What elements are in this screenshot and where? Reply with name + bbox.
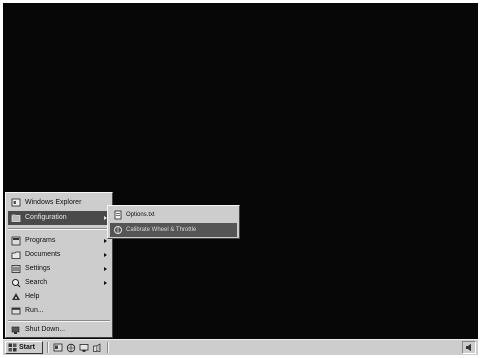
submenu-arrow-icon [104, 267, 107, 271]
volume-icon[interactable] [92, 343, 102, 353]
calibrate-icon [114, 226, 122, 234]
submenu-item-label: Options.txt [126, 212, 155, 218]
configuration-submenu: Options.txt Calibrate Wheel & Throttle [107, 205, 240, 239]
menu-item-label: Run... [25, 307, 44, 314]
run-icon [11, 307, 21, 315]
menu-item-settings[interactable]: Settings [8, 262, 110, 276]
submenu-item-calibrate[interactable]: Calibrate Wheel & Throttle [110, 223, 237, 237]
menu-item-label: Configuration [25, 214, 67, 221]
menu-separator [8, 320, 110, 322]
start-menu: Windows Explorer Configuration Programs … [5, 192, 113, 338]
submenu-item-label: Calibrate Wheel & Throttle [126, 227, 197, 233]
windows-explorer-icon [11, 198, 21, 207]
speaker-icon[interactable] [465, 343, 473, 352]
shut-down-icon [11, 326, 20, 334]
configuration-folder-icon [11, 214, 21, 222]
taskbar-divider [47, 342, 49, 353]
menu-item-run[interactable]: Run... [8, 304, 110, 318]
windows-logo-icon [8, 343, 17, 352]
menu-item-programs[interactable]: Programs [8, 234, 110, 248]
taskbar: Start [3, 339, 478, 355]
settings-icon [11, 265, 21, 273]
explorer-icon[interactable] [53, 343, 63, 353]
menu-item-label: Shut Down... [25, 326, 66, 333]
menu-item-label: Search [25, 279, 48, 286]
documents-icon [11, 251, 21, 259]
search-icon [12, 279, 21, 288]
start-label: Start [19, 344, 35, 351]
menu-item-shut-down[interactable]: Shut Down... [8, 323, 110, 337]
menu-item-help[interactable]: Help [8, 290, 110, 304]
menu-item-windows-explorer[interactable]: Windows Explorer [8, 196, 110, 210]
menu-item-label: Help [25, 293, 40, 300]
menu-item-search[interactable]: Search [8, 276, 110, 290]
internet-icon[interactable] [66, 343, 76, 353]
menu-item-documents[interactable]: Documents [8, 248, 110, 262]
text-file-icon [114, 210, 122, 220]
taskbar-divider [107, 342, 109, 353]
submenu-arrow-icon [104, 239, 107, 243]
submenu-arrow-icon [104, 253, 107, 257]
submenu-arrow-icon [104, 281, 107, 285]
desktop-icon[interactable] [79, 343, 89, 353]
menu-item-label: Documents [25, 251, 61, 258]
menu-item-label: Settings [25, 265, 51, 272]
programs-icon [11, 236, 21, 246]
menu-item-label: Programs [25, 237, 56, 244]
menu-item-configuration[interactable]: Configuration [8, 211, 110, 225]
submenu-item-options-txt[interactable]: Options.txt [110, 208, 237, 222]
system-tray [462, 341, 476, 354]
start-button[interactable]: Start [5, 341, 43, 354]
menu-separator [8, 228, 110, 230]
help-icon [12, 293, 20, 300]
menu-item-label: Windows Explorer [25, 199, 82, 206]
